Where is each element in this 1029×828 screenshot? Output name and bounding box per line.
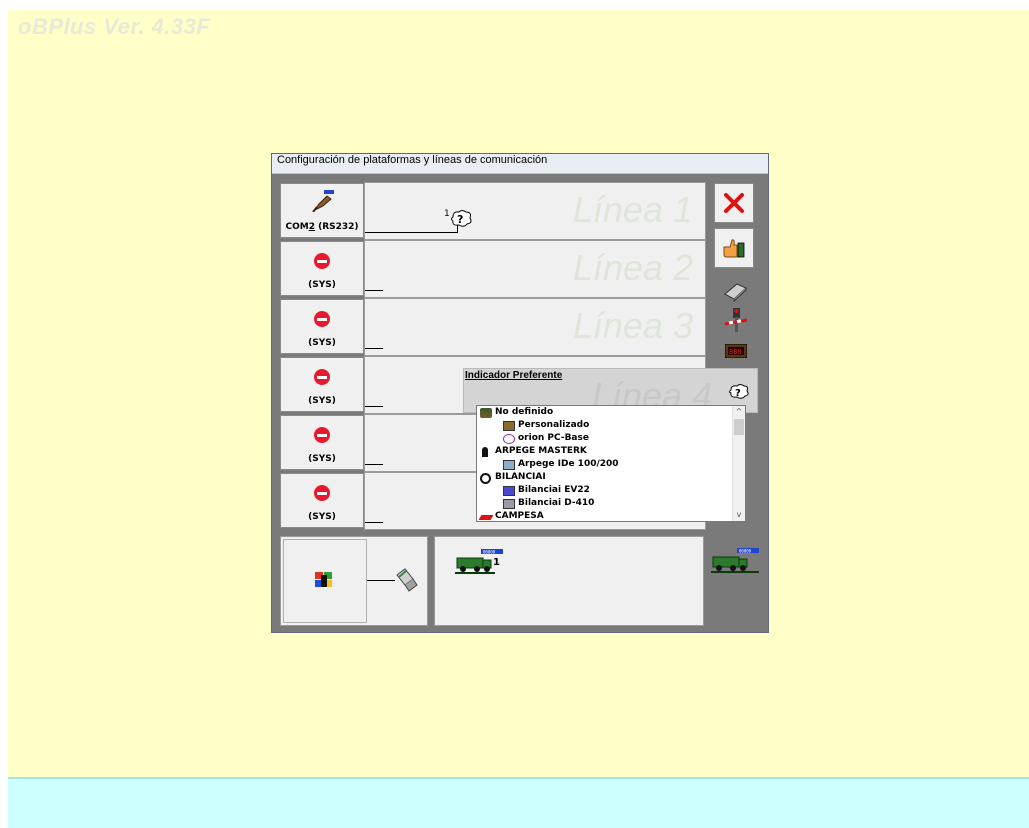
list-scrollbar[interactable]: ^ v — [732, 406, 745, 521]
svg-text:?: ? — [735, 388, 741, 399]
line-panel-2: Línea 2 — [364, 240, 706, 298]
indicator-list[interactable]: No definido Personalizado orion PC-Base … — [476, 405, 746, 522]
list-item[interactable]: orion PC-Base — [503, 433, 589, 446]
list-item[interactable]: Bilanciai D-410 — [503, 498, 594, 511]
platform-panel: 00000 1 — [434, 536, 704, 626]
connection-wire — [367, 580, 395, 581]
list-item[interactable]: Arpege IDe 100/200 — [503, 459, 619, 472]
truck-scale-right-icon[interactable]: 00000 — [711, 548, 763, 576]
truck-scale-icon[interactable]: 00000 — [455, 549, 511, 577]
barrier-icon[interactable] — [724, 307, 748, 333]
line-wire-3 — [365, 348, 383, 349]
svg-text:?: ? — [457, 213, 463, 226]
port-button-line-3[interactable]: (SYS) — [280, 299, 364, 354]
no-entry-icon — [314, 427, 330, 443]
port-label-line-5: (SYS) — [308, 454, 336, 464]
printer-icon[interactable] — [722, 280, 748, 302]
windows-button[interactable] — [283, 539, 367, 623]
port-button-line-1[interactable]: COM2 (RS232) — [280, 183, 364, 238]
close-button[interactable] — [714, 183, 754, 223]
svg-text:00000: 00000 — [483, 550, 496, 555]
toolbox-icon — [503, 421, 515, 431]
port-button-line-4[interactable]: (SYS) — [280, 357, 364, 412]
pc-connector-icon — [396, 568, 418, 592]
port-button-line-6[interactable]: (SYS) — [280, 473, 364, 528]
port-button-line-5[interactable]: (SYS) — [280, 415, 364, 470]
line-row-1: COM2 (RS232) Línea 1 1 ? — [280, 182, 706, 240]
line-watermark-2: Línea 2 — [572, 247, 693, 288]
atom-icon — [503, 434, 515, 444]
list-item[interactable]: Bilanciai EV22 — [503, 485, 590, 498]
line-panel-1: Línea 1 1 ? — [364, 182, 706, 240]
device-icon — [503, 499, 515, 509]
list-item[interactable]: BILANCIAI — [480, 472, 546, 485]
svg-text:888: 888 — [729, 348, 742, 356]
serial-cable-icon — [312, 190, 334, 212]
port-label-line-3: (SYS) — [308, 338, 336, 348]
logo-icon — [480, 473, 491, 484]
line-wire-5 — [365, 464, 383, 465]
person-icon — [482, 447, 488, 457]
line-1-wire — [365, 232, 457, 233]
port-button-line-2[interactable]: (SYS) — [280, 241, 364, 296]
display-icon[interactable]: 888 — [725, 344, 747, 358]
line-watermark-3: Línea 3 — [572, 305, 693, 346]
scroll-thumb[interactable] — [734, 419, 744, 435]
port-label-line-4: (SYS) — [308, 396, 336, 406]
red-x-icon — [724, 193, 744, 213]
list-item[interactable]: No definido — [480, 407, 553, 420]
line-wire-2 — [365, 290, 383, 291]
line-row-2: (SYS) Línea 2 — [280, 240, 706, 298]
no-entry-icon — [314, 369, 330, 385]
list-item[interactable]: Personalizado — [503, 420, 589, 433]
windows-logo-icon — [315, 572, 332, 587]
window-title: Configuración de plataformas y líneas de… — [272, 154, 768, 174]
tree-icon — [480, 408, 492, 418]
svg-text:00000: 00000 — [739, 549, 752, 554]
thumbs-up-icon — [723, 239, 745, 258]
popup-title: Indicador Preferente — [465, 370, 563, 381]
line-row-3: (SYS) Línea 3 — [280, 298, 706, 356]
bottom-taskbar-band — [8, 777, 1029, 828]
scroll-down-icon[interactable]: v — [733, 509, 745, 521]
red-logo-icon — [478, 515, 494, 520]
no-entry-icon — [314, 253, 330, 269]
list-item[interactable]: CAMPESA — [478, 511, 544, 521]
local-pc-panel — [280, 536, 428, 626]
app-title: oBPlus Ver. 4.33F — [18, 14, 211, 39]
port-label-line-2: (SYS) — [308, 280, 336, 290]
no-entry-icon — [314, 311, 330, 327]
line-wire-4 — [365, 406, 383, 407]
port-label-line-6: (SYS) — [308, 512, 336, 522]
list-item[interactable]: ARPEGE MASTERK — [480, 446, 587, 459]
device-icon — [503, 460, 515, 470]
unknown-indicator-icon[interactable]: ? — [449, 209, 473, 229]
no-entry-icon — [314, 485, 330, 501]
port-label-line-1: COM2 (RS232) — [285, 222, 359, 232]
device-icon — [503, 486, 515, 496]
line-watermark-1: Línea 1 — [572, 189, 693, 230]
line-wire-6 — [365, 522, 383, 523]
truck-number: 1 — [493, 557, 500, 568]
ok-button[interactable] — [714, 228, 754, 268]
scroll-up-icon[interactable]: ^ — [733, 406, 745, 418]
unknown-indicator-icon: ? — [729, 384, 749, 399]
line-panel-3: Línea 3 — [364, 298, 706, 356]
